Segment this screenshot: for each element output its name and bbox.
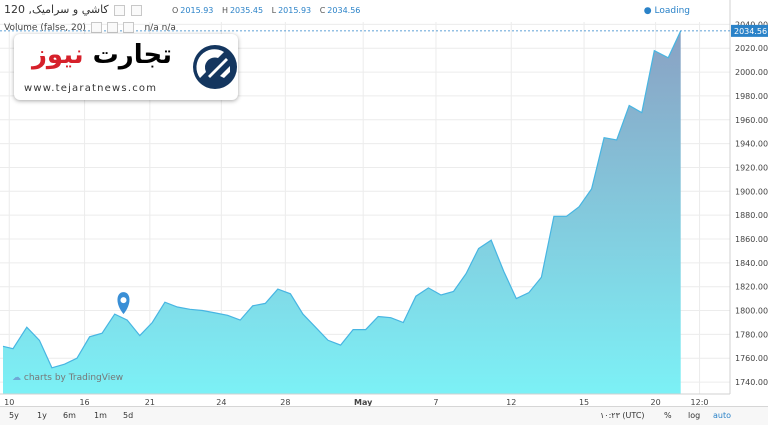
bottom-toolbar: 5y 1y 6m 1m 5d ۱۰:۲۳ (UTC) % log auto bbox=[0, 406, 768, 425]
study-value-2: n/a bbox=[161, 23, 176, 33]
percent-button[interactable]: % bbox=[664, 411, 672, 420]
ohlc-value-low: 2015.93 bbox=[278, 6, 312, 15]
last-price-label: 2034.56 bbox=[734, 27, 767, 36]
close-icon[interactable] bbox=[122, 22, 134, 33]
range-6m-button[interactable]: 6m bbox=[63, 411, 76, 420]
y-tick-label: 1900.00 bbox=[735, 187, 768, 196]
y-tick-label: 1840.00 bbox=[735, 259, 768, 268]
y-tick-label: 1980.00 bbox=[735, 92, 768, 101]
range-5y-button[interactable]: 5y bbox=[9, 411, 19, 420]
eye-icon[interactable] bbox=[90, 22, 102, 33]
close-icon[interactable] bbox=[130, 4, 142, 16]
logo-word-2: نیوز bbox=[31, 40, 84, 70]
volume-study-legend[interactable]: Volume (false, 20) n/a n/a bbox=[4, 22, 176, 33]
symbol-title[interactable]: کاشي و سراميک, 120 bbox=[4, 3, 142, 16]
ohlc-value-open: 2015.93 bbox=[180, 6, 214, 15]
study-value-1: n/a bbox=[144, 23, 159, 33]
attribution-text: charts by TradingView bbox=[23, 373, 124, 383]
loading-indicator: ● Loading bbox=[643, 6, 690, 16]
y-tick-label: 1760.00 bbox=[735, 354, 768, 363]
study-label: Volume (false, 20) bbox=[4, 23, 86, 33]
ohlc-key-low: L bbox=[271, 6, 277, 15]
cloud-icon: ☁ bbox=[12, 373, 21, 383]
loading-text: Loading bbox=[654, 6, 690, 16]
tradingview-attribution[interactable]: ☁ charts by TradingView bbox=[12, 373, 123, 383]
y-tick-label: 2020.00 bbox=[735, 44, 768, 53]
ohlc-value-high: 2035.45 bbox=[229, 6, 264, 15]
ohlc-key-close: C bbox=[319, 6, 326, 15]
ohlc-key-high: H bbox=[221, 6, 228, 15]
logo-wordmark: تجارت نیوز bbox=[22, 40, 182, 70]
logo-url: www.tejaratnews.com bbox=[24, 83, 158, 94]
y-tick-label: 1780.00 bbox=[735, 330, 768, 339]
y-tick-label: 1960.00 bbox=[735, 116, 768, 125]
logo-emblem-icon bbox=[193, 45, 237, 89]
y-tick-label: 1860.00 bbox=[735, 235, 768, 244]
symbol-text: کاشي و سراميک, 120 bbox=[4, 3, 109, 16]
auto-scale-button[interactable]: auto bbox=[713, 411, 731, 420]
y-tick-label: 1740.00 bbox=[735, 378, 768, 387]
y-tick-label: 2000.00 bbox=[735, 68, 768, 77]
ohlc-values: O 2015.93 H 2035.45 L 2015.93 C 2034.56 bbox=[172, 6, 366, 15]
log-button[interactable]: log bbox=[688, 411, 700, 420]
y-tick-label: 1880.00 bbox=[735, 211, 768, 220]
settings-icon[interactable] bbox=[114, 4, 126, 16]
chart-header: کاشي و سراميک, 120 O 2015.93 H 2035.45 L 20… bbox=[0, 0, 730, 22]
clock-display: ۱۰:۲۳ (UTC) bbox=[600, 411, 645, 420]
logo-word-1: تجارت bbox=[92, 40, 173, 70]
watermark-logo: تجارت نیوز www.tejaratnews.com bbox=[14, 34, 238, 100]
y-tick-label: 1940.00 bbox=[735, 140, 768, 149]
ohlc-key-open: O bbox=[172, 6, 179, 15]
range-1m-button[interactable]: 1m bbox=[94, 411, 107, 420]
y-tick-label: 1800.00 bbox=[735, 307, 768, 316]
pin-marker-dot bbox=[120, 297, 127, 304]
range-5d-button[interactable]: 5d bbox=[123, 411, 133, 420]
settings-icon[interactable] bbox=[106, 22, 118, 33]
ohlc-value-close: 2034.56 bbox=[327, 6, 361, 15]
range-1y-button[interactable]: 1y bbox=[37, 411, 47, 420]
y-tick-label: 1920.00 bbox=[735, 163, 768, 172]
y-tick-label: 1820.00 bbox=[735, 283, 768, 292]
